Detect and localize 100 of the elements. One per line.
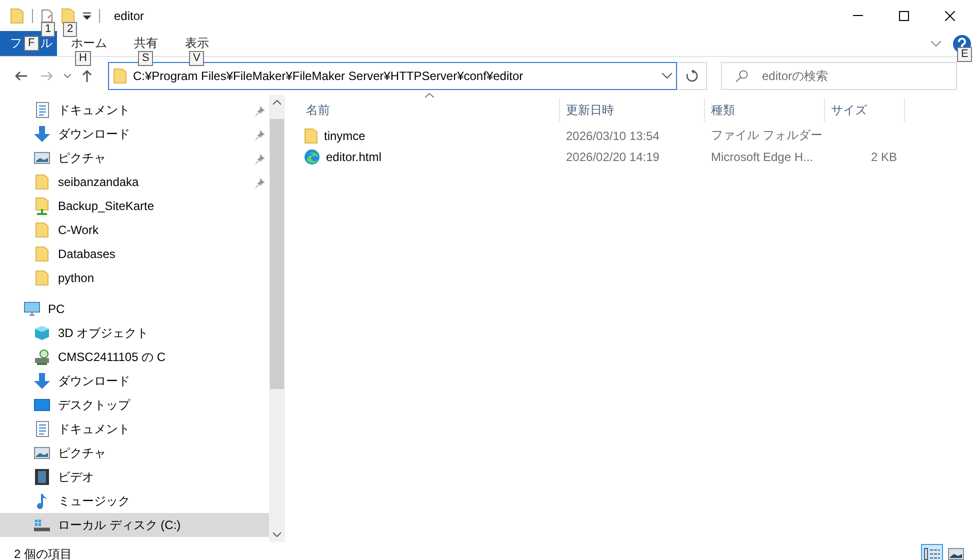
browser-icon xyxy=(304,148,320,164)
nav-item[interactable]: 3D オブジェクト xyxy=(0,321,269,345)
maximize-icon xyxy=(899,10,909,20)
picture-icon xyxy=(34,447,50,459)
shared-folder-icon xyxy=(34,197,50,215)
properties-icon[interactable] xyxy=(41,8,53,22)
recent-locations-icon[interactable] xyxy=(64,74,70,78)
nav-item[interactable]: ピクチャ xyxy=(0,146,269,170)
nav-item[interactable]: PC xyxy=(0,297,269,321)
folder-icon xyxy=(35,270,49,286)
expand-ribbon-icon[interactable] xyxy=(931,40,941,46)
nav-label: ドキュメント xyxy=(58,102,130,118)
file-tab[interactable]: フ F ル xyxy=(0,31,57,56)
address-path: C:¥Program Files¥FileMaker¥FileMaker Server¥HTTPServer¥conf¥editor xyxy=(133,69,524,83)
pin-icon xyxy=(255,178,265,188)
table-cell-text: 2 KB xyxy=(870,150,898,164)
cube-icon xyxy=(34,325,50,341)
scrollbar[interactable] xyxy=(269,95,285,542)
table-cell-text: 2026/02/20 14:19 xyxy=(565,150,660,164)
pin-icon xyxy=(255,106,265,116)
folder-icon xyxy=(113,68,127,84)
nav-item[interactable]: ドキュメント xyxy=(0,417,269,441)
document-icon xyxy=(36,102,48,118)
nav-item[interactable]: デスクトップ xyxy=(0,393,269,417)
nav-label: ビデオ xyxy=(58,468,94,486)
tab-label: フ xyxy=(10,35,22,52)
nav-label: seibanzandaka xyxy=(58,175,139,189)
details-view-button[interactable] xyxy=(921,544,943,560)
nav-item[interactable]: C-Work xyxy=(0,218,269,242)
desktop-icon xyxy=(34,399,50,411)
folder-icon xyxy=(35,222,49,238)
file-name: editor.html xyxy=(326,150,382,164)
pin-icon xyxy=(255,154,265,164)
pin-icon xyxy=(255,130,265,140)
search-placeholder: editorの検索 xyxy=(762,68,828,84)
file-row[interactable]: editor.html 2026/02/20 14:19 Microsoft Edge H... 2 KB xyxy=(300,146,973,167)
column-header[interactable]: サイズ xyxy=(825,98,905,122)
scroll-up-icon[interactable] xyxy=(273,100,281,105)
keytip: 1 xyxy=(41,22,56,37)
table-cell-text: 2026/03/10 13:54 xyxy=(565,128,660,142)
folder-icon xyxy=(304,128,318,144)
nav-label: PC xyxy=(48,302,65,316)
details-view-icon xyxy=(924,548,940,560)
folder-icon xyxy=(35,246,49,262)
document-icon xyxy=(36,421,48,437)
close-icon xyxy=(945,10,955,20)
dropdown-icon[interactable] xyxy=(83,12,91,20)
nav-item[interactable]: seibanzandaka xyxy=(0,170,269,194)
download-arrow-icon xyxy=(34,373,50,389)
sort-ascending-icon xyxy=(425,93,434,98)
nav-item[interactable]: ビデオ xyxy=(0,465,269,489)
file-row[interactable]: tinymce 2026/03/10 13:54 ファイル フォルダー xyxy=(300,125,973,146)
address-bar[interactable]: C:¥Program Files¥FileMaker¥FileMaker Server¥HTTPServer¥conf¥editor xyxy=(108,62,677,90)
nav-label: 3D オブジェクト xyxy=(58,324,149,342)
refresh-button[interactable] xyxy=(677,62,707,90)
nav-label: ダウンロード xyxy=(58,372,130,390)
folder-icon xyxy=(35,174,49,190)
nav-item[interactable]: python xyxy=(0,266,269,290)
minimize-icon xyxy=(853,15,863,16)
keytip: H xyxy=(75,51,91,66)
nav-item[interactable]: Databases xyxy=(0,242,269,266)
nav-item[interactable]: ピクチャ xyxy=(0,441,269,465)
nav-item[interactable]: ダウンロード xyxy=(0,122,269,146)
search-field[interactable]: editorの検索 xyxy=(721,62,957,90)
picture-icon xyxy=(948,548,964,560)
column-header[interactable]: 更新日時 xyxy=(560,98,705,122)
nav-item[interactable]: ドキュメント xyxy=(0,98,269,122)
picture-icon xyxy=(34,152,50,164)
scroll-down-icon[interactable] xyxy=(273,532,281,537)
monitor-icon xyxy=(24,301,40,317)
drive-icon xyxy=(34,518,50,532)
nav-item[interactable]: ローカル ディスク (C:) xyxy=(0,513,269,537)
back-icon[interactable] xyxy=(15,71,27,81)
refresh-icon xyxy=(686,70,698,82)
nav-item[interactable]: CMSC2411105 の C xyxy=(0,345,269,369)
table-cell-text: Microsoft Edge H... xyxy=(710,150,814,164)
nav-label: デスクトップ xyxy=(58,396,130,414)
download-arrow-icon xyxy=(34,126,50,142)
nav-label: ローカル ディスク (C:) xyxy=(58,516,181,534)
nav-item[interactable]: Backup_SiteKarte xyxy=(0,194,269,218)
keytip: S xyxy=(138,51,154,66)
file-name: tinymce xyxy=(324,128,366,142)
keytip: E xyxy=(957,46,972,62)
column-header[interactable]: 名前 xyxy=(300,98,560,122)
nav-item[interactable]: ミュージック xyxy=(0,489,269,513)
nav-label: ピクチャ xyxy=(58,444,106,462)
tab-label: ル xyxy=(40,35,53,52)
up-icon[interactable] xyxy=(82,70,92,82)
nav-item[interactable]: ダウンロード xyxy=(0,369,269,393)
nav-label: CMSC2411105 の C xyxy=(58,348,166,366)
scrollbar-thumb[interactable] xyxy=(270,119,284,389)
nav-label: ピクチャ xyxy=(58,150,106,166)
nav-label: ミュージック xyxy=(58,492,130,510)
column-header[interactable]: 種類 xyxy=(705,98,825,122)
nav-label: Databases xyxy=(58,247,116,261)
music-note-icon xyxy=(36,493,48,509)
nav-label: python xyxy=(58,271,94,285)
network-drive-icon xyxy=(34,349,50,365)
nav-label: ドキュメント xyxy=(58,420,130,438)
nav-label: C-Work xyxy=(58,223,98,237)
